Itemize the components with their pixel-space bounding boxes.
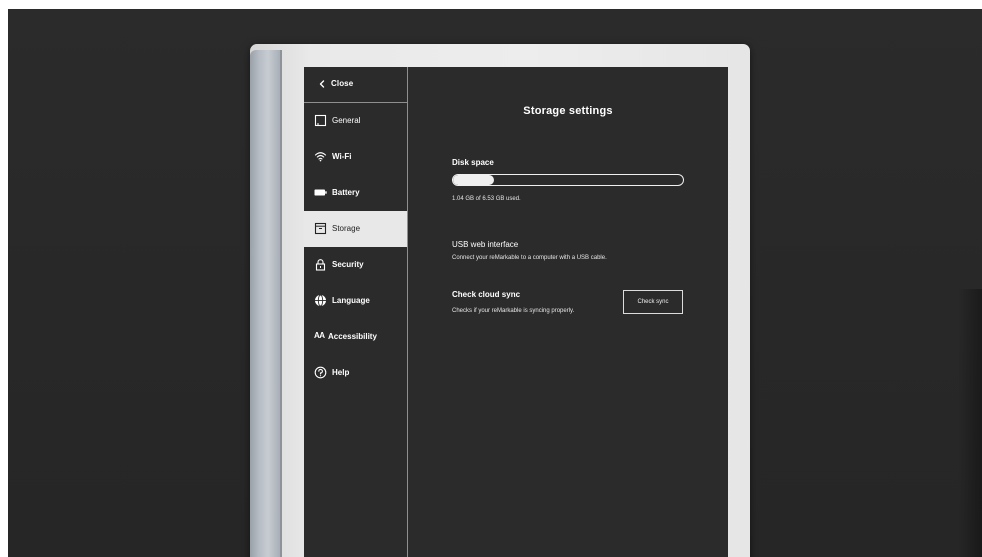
settings-sidebar: Close General Wi-Fi Battery Storage Secu… [304,67,408,557]
check-cloud-sync-title: Check cloud sync [452,290,521,299]
disk-usage-fill [453,175,495,185]
sidebar-item-language[interactable]: Language [304,283,407,319]
sidebar-item-label: Wi-Fi [332,152,352,161]
sidebar-item-accessibility[interactable]: AA Accessibility [304,319,407,355]
sidebar-item-label: Security [332,260,364,269]
sidebar-item-label: Accessibility [328,332,377,341]
lock-icon [314,258,327,271]
sidebar-item-storage[interactable]: Storage [304,211,407,247]
close-button[interactable]: Close [304,67,407,103]
text-size-icon: AA [314,331,327,344]
help-icon [314,366,327,379]
chevron-left-icon [317,79,327,89]
sidebar-item-label: General [332,116,361,125]
sidebar-item-help[interactable]: Help [304,355,407,391]
check-sync-button[interactable]: Check sync [623,290,683,314]
globe-icon [314,294,327,307]
tablet-spine [250,50,280,557]
battery-icon [314,186,327,199]
sidebar-item-label: Language [332,296,370,305]
square-icon [314,114,327,127]
sidebar-item-wifi[interactable]: Wi-Fi [304,139,407,175]
text-size-icon-glyph: AA [314,331,325,340]
page-title: Storage settings [523,105,613,117]
sidebar-item-general[interactable]: General [304,103,407,139]
tablet-spine-edge [280,50,282,557]
wifi-icon [314,150,327,163]
scene: Close General Wi-Fi Battery Storage Secu… [0,0,982,557]
sidebar-item-label: Battery [332,188,360,197]
check-cloud-sync-description: Checks if your reMarkable is syncing pro… [452,308,575,314]
storage-box-icon [314,222,327,235]
disk-usage-text: 1.04 GB of 6.53 GB used. [452,196,521,202]
storage-settings-panel: Storage settings Disk space 1.04 GB of 6… [408,67,728,557]
device-screen: Close General Wi-Fi Battery Storage Secu… [304,67,728,557]
sidebar-item-label: Storage [332,224,361,233]
disk-usage-bar [452,174,684,186]
disk-space-title: Disk space [452,158,494,167]
sidebar-item-label: Help [332,368,350,377]
close-label: Close [331,79,354,88]
backdrop-shadow [958,289,982,557]
sidebar-item-security[interactable]: Security [304,247,407,283]
usb-web-interface-description: Connect your reMarkable to a computer wi… [452,255,607,261]
usb-web-interface-title: USB web interface [452,240,519,249]
sidebar-item-battery[interactable]: Battery [304,175,407,211]
